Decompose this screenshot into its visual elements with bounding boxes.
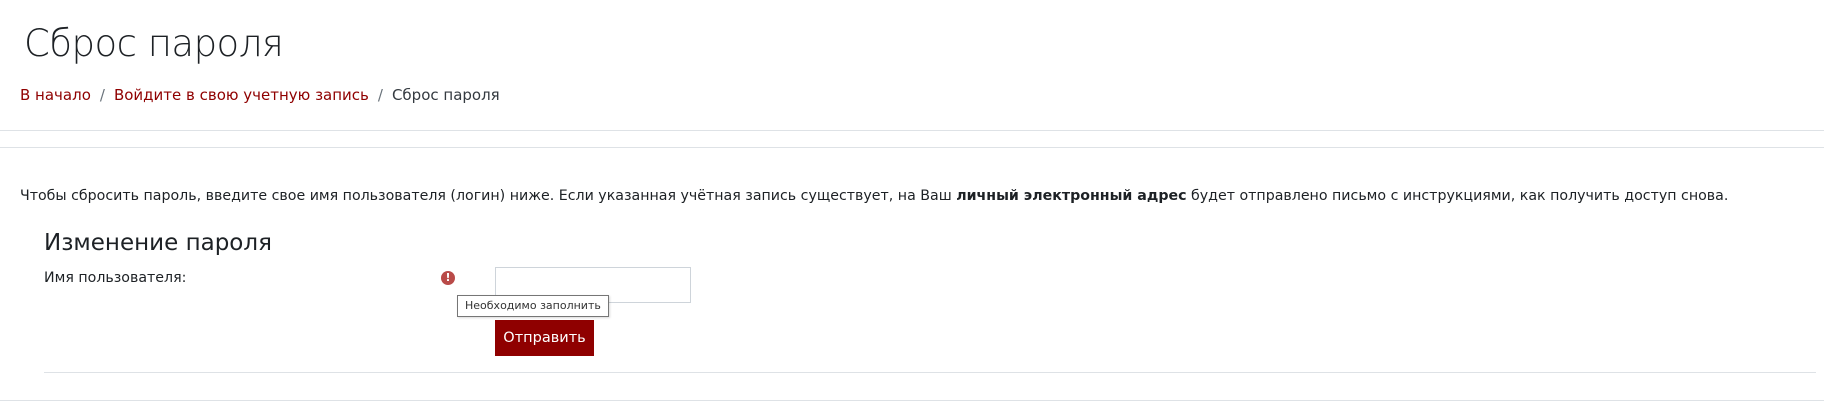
bottom-divider bbox=[0, 400, 1824, 401]
breadcrumb: В начало / Войдите в свою учетную запись… bbox=[20, 86, 500, 104]
submit-button[interactable]: Отправить bbox=[495, 320, 594, 356]
instructions-text-end: будет отправлено письмо с инструкциями, … bbox=[1186, 188, 1729, 204]
form-legend: Изменение пароля bbox=[44, 230, 272, 256]
breadcrumb-home-link[interactable]: В начало bbox=[20, 86, 91, 104]
instructions-text-bold: личный электронный адрес bbox=[956, 188, 1187, 204]
breadcrumb-current: Сброс пароля bbox=[391, 86, 500, 104]
instructions-text: Чтобы сбросить пароль, введите свое имя … bbox=[20, 188, 1728, 204]
required-exclamation-icon: ! bbox=[441, 271, 455, 285]
breadcrumb-login-link[interactable]: Войдите в свою учетную запись bbox=[114, 86, 369, 104]
breadcrumb-separator: / bbox=[377, 86, 383, 104]
page-title: Сброс пароля bbox=[24, 22, 284, 65]
username-label: Имя пользователя: bbox=[44, 270, 187, 286]
region-divider bbox=[0, 147, 1824, 148]
required-tooltip: Необходимо заполнить bbox=[457, 295, 609, 317]
instructions-text-start: Чтобы сбросить пароль, введите свое имя … bbox=[20, 188, 957, 204]
password-reset-form: Изменение пароля Имя пользователя: ! Нео… bbox=[44, 226, 1816, 373]
page-header: Сброс пароля В начало / Войдите в свою у… bbox=[0, 0, 1824, 131]
breadcrumb-separator: / bbox=[99, 86, 105, 104]
